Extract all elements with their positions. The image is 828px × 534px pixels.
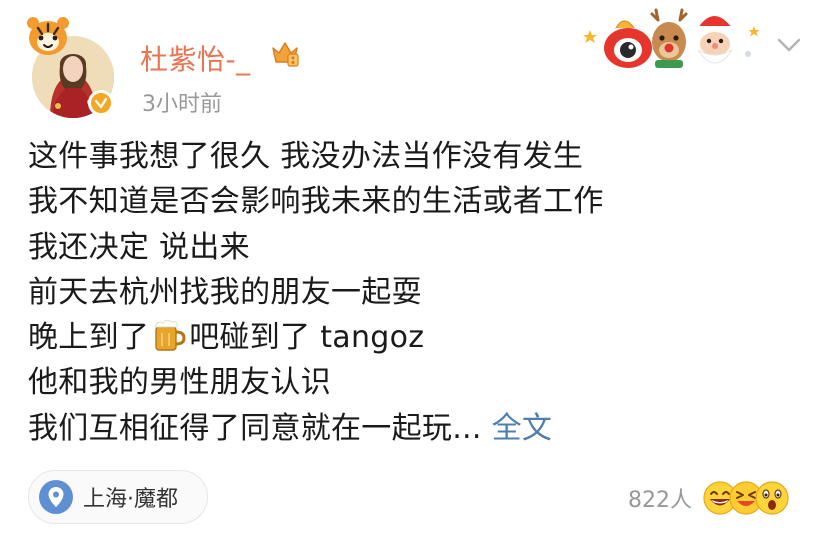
post-text-line: 晚上到了 吧碰到了 tangoz: [28, 315, 808, 360]
post-text-segment: 晚上到了: [28, 320, 150, 356]
post-text-line: 他和我的男性朋友认识: [28, 365, 331, 401]
reaction-count: 822人: [628, 488, 692, 513]
post-text-line: 我还决定 说出来: [28, 229, 250, 265]
full-text-link[interactable]: 全文: [492, 411, 553, 446]
post-content[interactable]: 这件事我想了很久 我没办法当作没有发生 我不知道是否会影响我未来的生活或者工作 …: [28, 134, 808, 451]
post-text-line: 前天去杭州找我的朋友一起耍: [28, 274, 422, 310]
reactions-summary[interactable]: 822人: [628, 480, 792, 516]
christmas-decoration-icon: [583, 8, 760, 68]
post-text-line: 我不知道是否会影响我未来的生活或者工作: [28, 184, 604, 220]
username-link[interactable]: 杜紫怡-_: [140, 38, 251, 78]
post-text-line: 我们互相征得了同意就在一起玩... 全文: [28, 406, 808, 451]
location-tag[interactable]: 上海·魔都: [28, 470, 208, 524]
post-text-segment: 我们互相征得了同意就在一起玩...: [28, 410, 482, 446]
post-timestamp: 3小时前: [142, 92, 222, 117]
reaction-emojis-icon: [703, 481, 789, 515]
beer-mug-icon: [154, 319, 186, 351]
tiger-pendant-icon: [27, 17, 69, 55]
avatar-group[interactable]: [24, 14, 118, 118]
vip-crown-badge-icon[interactable]: [270, 38, 300, 68]
post-text-line: 这件事我想了很久 我没办法当作没有发生: [28, 139, 584, 174]
location-label: 上海·魔都: [83, 487, 178, 512]
verified-badge-icon: [88, 90, 114, 116]
weibo-post-card: 杜紫怡-_ 3小时前 这件事我想了很久 我没办法当作没有发生 我不知道是否会影响…: [0, 0, 828, 534]
location-pin-icon: [39, 480, 73, 514]
post-text-segment: 吧碰到了 tangoz: [189, 320, 425, 356]
chevron-down-icon[interactable]: [776, 36, 802, 54]
